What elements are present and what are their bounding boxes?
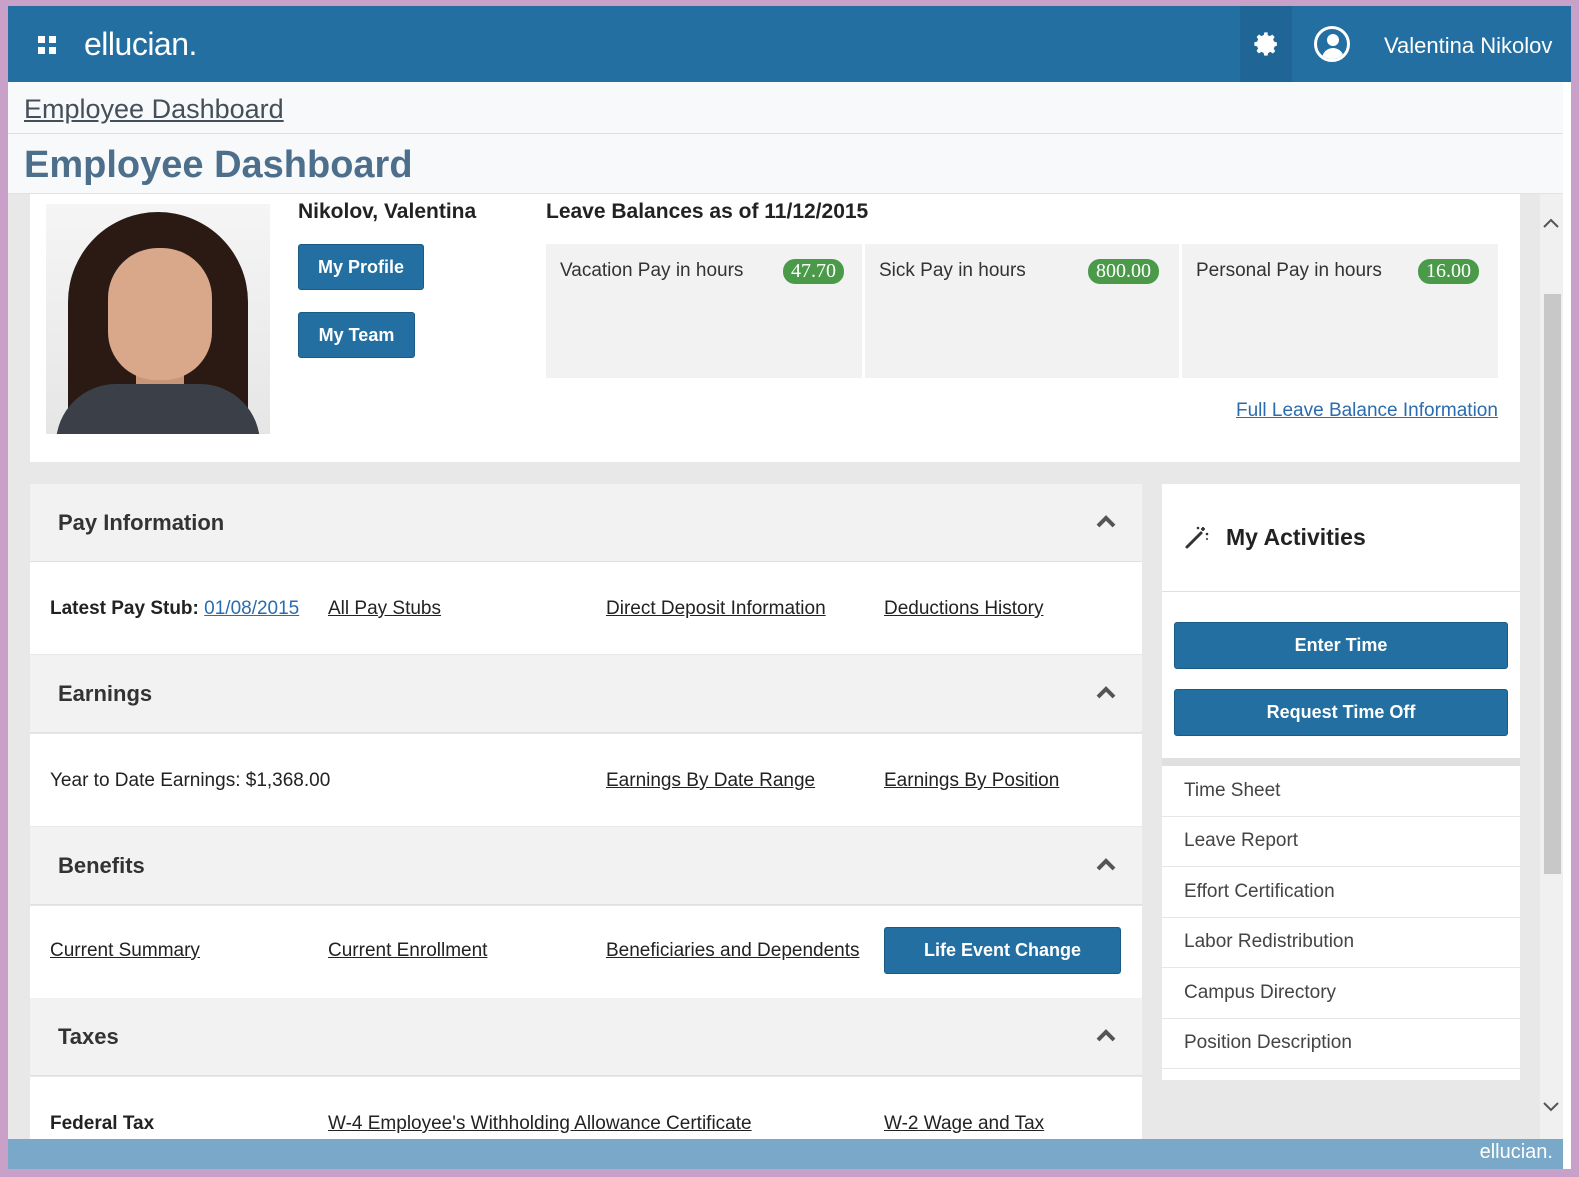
leave-label: Vacation Pay in hours bbox=[560, 260, 744, 281]
taxes-header[interactable]: Taxes bbox=[30, 998, 1142, 1076]
magic-wand-icon bbox=[1185, 526, 1209, 549]
leave-balances-title: Leave Balances as of 11/12/2015 bbox=[546, 200, 869, 223]
leave-balance-personal: Personal Pay in hours 16.00 bbox=[1182, 244, 1498, 378]
employee-photo bbox=[46, 204, 270, 434]
benefits-header[interactable]: Benefits bbox=[30, 827, 1142, 905]
ellucian-logo: ellucian. bbox=[84, 26, 197, 62]
settings-button[interactable] bbox=[1240, 6, 1292, 82]
user-name: Valentina Nikolov bbox=[1384, 33, 1553, 58]
breadcrumb-employee-dashboard[interactable]: Employee Dashboard bbox=[24, 94, 284, 125]
chevron-up-icon[interactable] bbox=[1096, 514, 1116, 528]
leave-label: Personal Pay in hours bbox=[1196, 260, 1382, 281]
activity-effort-certification[interactable]: Effort Certification bbox=[1162, 867, 1520, 918]
ytd-earnings: Year to Date Earnings: $1,368.00 bbox=[50, 770, 331, 791]
leave-value-badge: 47.70 bbox=[783, 259, 844, 284]
chevron-up-icon[interactable] bbox=[1096, 1028, 1116, 1042]
my-profile-button[interactable]: My Profile bbox=[298, 244, 424, 290]
section-title: Benefits bbox=[58, 853, 145, 878]
current-enrollment-link[interactable]: Current Enrollment bbox=[328, 940, 487, 962]
top-navigation-bar: ellucian. Valentina Nikolov bbox=[8, 6, 1571, 82]
leave-value-badge: 16.00 bbox=[1418, 259, 1479, 284]
vertical-scrollbar[interactable] bbox=[1540, 194, 1563, 1139]
activity-position-description[interactable]: Position Description bbox=[1162, 1019, 1520, 1069]
page-header: Employee Dashboard bbox=[8, 134, 1563, 194]
w2-link[interactable]: W-2 Wage and Tax bbox=[884, 1113, 1044, 1135]
divider bbox=[1162, 758, 1520, 766]
enter-time-button[interactable]: Enter Time bbox=[1174, 622, 1508, 669]
full-leave-balance-link[interactable]: Full Leave Balance Information bbox=[1236, 400, 1498, 422]
scrollbar-thumb[interactable] bbox=[1544, 294, 1561, 874]
footer-bar: ellucian. bbox=[8, 1139, 1563, 1169]
scroll-up-icon[interactable] bbox=[1542, 216, 1560, 230]
activity-campus-directory[interactable]: Campus Directory bbox=[1162, 968, 1520, 1019]
federal-tax-label: Federal Tax bbox=[50, 1113, 155, 1134]
earnings-by-position-link[interactable]: Earnings By Position bbox=[884, 770, 1059, 792]
taxes-body: Federal Tax W-4 Employee's Withholding A… bbox=[30, 1077, 1142, 1139]
life-event-change-button[interactable]: Life Event Change bbox=[884, 927, 1121, 974]
all-pay-stubs-link[interactable]: All Pay Stubs bbox=[328, 598, 441, 620]
request-time-off-button[interactable]: Request Time Off bbox=[1174, 689, 1508, 736]
activities-list: Time Sheet Leave Report Effort Certifica… bbox=[1162, 766, 1520, 1069]
my-activities-panel: My Activities Enter Time Request Time Of… bbox=[1162, 484, 1520, 1080]
leave-balance-sick: Sick Pay in hours 800.00 bbox=[865, 244, 1179, 378]
section-title: Taxes bbox=[58, 1024, 119, 1049]
direct-deposit-link[interactable]: Direct Deposit Information bbox=[606, 598, 826, 620]
dashboard-content: Nikolov, Valentina My Profile My Team Le… bbox=[8, 194, 1540, 1139]
breadcrumb-bar: Employee Dashboard bbox=[8, 82, 1563, 134]
earnings-by-date-link[interactable]: Earnings By Date Range bbox=[606, 770, 815, 792]
current-summary-link[interactable]: Current Summary bbox=[50, 940, 200, 962]
scroll-down-icon[interactable] bbox=[1542, 1100, 1560, 1114]
user-menu[interactable]: Valentina Nikolov bbox=[1292, 6, 1571, 82]
w4-link[interactable]: W-4 Employee's Withholding Allowance Cer… bbox=[328, 1113, 752, 1135]
chevron-up-icon[interactable] bbox=[1096, 857, 1116, 871]
page-title: Employee Dashboard bbox=[24, 144, 413, 186]
chevron-up-icon[interactable] bbox=[1096, 685, 1116, 699]
latest-pay-stub-label: Latest Pay Stub: bbox=[50, 598, 199, 619]
section-title: Earnings bbox=[58, 681, 153, 706]
pay-information-header[interactable]: Pay Information bbox=[30, 484, 1142, 562]
activity-leave-report[interactable]: Leave Report bbox=[1162, 817, 1520, 867]
gear-icon bbox=[1254, 32, 1277, 56]
my-activities-title: My Activities bbox=[1226, 524, 1366, 550]
leave-value-badge: 800.00 bbox=[1088, 259, 1159, 284]
profile-card: Nikolov, Valentina My Profile My Team Le… bbox=[30, 194, 1520, 462]
leave-label: Sick Pay in hours bbox=[879, 260, 1026, 281]
app-grid-icon[interactable] bbox=[38, 36, 56, 54]
my-activities-header: My Activities bbox=[1162, 484, 1520, 592]
footer-logo: ellucian. bbox=[1479, 1141, 1553, 1163]
benefits-body: Current Summary Current Enrollment Benef… bbox=[30, 906, 1142, 998]
earnings-header[interactable]: Earnings bbox=[30, 655, 1142, 733]
user-avatar-icon bbox=[1314, 26, 1350, 62]
earnings-body: Year to Date Earnings: $1,368.00 Earning… bbox=[30, 734, 1142, 826]
latest-pay-stub-link[interactable]: 01/08/2015 bbox=[204, 598, 299, 619]
activity-labor-redistribution[interactable]: Labor Redistribution bbox=[1162, 918, 1520, 968]
employee-name: Nikolov, Valentina bbox=[298, 200, 477, 223]
my-team-button[interactable]: My Team bbox=[298, 312, 415, 358]
pay-information-body: Latest Pay Stub: 01/08/2015 All Pay Stub… bbox=[30, 562, 1142, 654]
activity-time-sheet[interactable]: Time Sheet bbox=[1162, 766, 1520, 817]
deductions-history-link[interactable]: Deductions History bbox=[884, 598, 1043, 620]
leave-balance-vacation: Vacation Pay in hours 47.70 bbox=[546, 244, 862, 378]
section-title: Pay Information bbox=[58, 510, 225, 535]
beneficiaries-link[interactable]: Beneficiaries and Dependents bbox=[606, 940, 860, 962]
